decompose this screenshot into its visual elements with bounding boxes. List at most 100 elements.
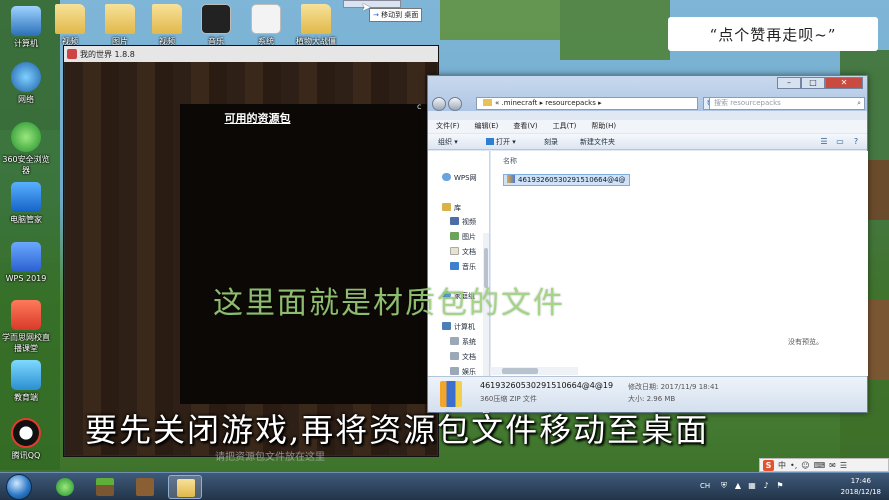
clock[interactable]: 17:46 2018/12/18 (841, 476, 881, 498)
taskbar-360-browser[interactable] (48, 475, 82, 499)
education-icon (11, 360, 41, 390)
file-item-zip[interactable]: 46193260530291510664@4@ (503, 174, 630, 186)
desktop-icon-music[interactable]: 音乐 (190, 4, 242, 47)
file-list[interactable]: 名称 46193260530291510664@4@ 没有预览。 (491, 151, 868, 376)
tray-network-icon[interactable]: ▦ (747, 481, 757, 491)
zip-archive-icon (507, 175, 515, 183)
address-bar[interactable]: « .minecraft ▸ resourcepacks ▸ (476, 97, 698, 110)
folder-icon (301, 4, 331, 34)
minecraft-window[interactable]: 我的世界 1.8.8 可用的资源包 c 请把资源包文件放在这里 (63, 45, 439, 463)
desktop-icon-pictures[interactable]: 图片 (94, 4, 146, 47)
scroll-thumb[interactable] (502, 368, 538, 374)
maximize-button[interactable]: □ (801, 77, 825, 89)
move-arrow-icon: → (373, 11, 379, 19)
nav-item-drive-system[interactable]: 系统 (450, 337, 476, 347)
new-folder-button[interactable]: 新建文件夹 (580, 134, 615, 150)
search-icon: ⌕ (857, 99, 861, 107)
nav-item-music[interactable]: 音乐 (450, 262, 476, 272)
menu-edit[interactable]: 编辑(E) (475, 120, 499, 133)
folder-icon (105, 4, 135, 34)
menu-file[interactable]: 文件(F) (436, 120, 460, 133)
ime-mail-icon[interactable]: ✉ (829, 461, 836, 470)
tray-up-arrow-icon[interactable]: ▲ (733, 481, 743, 491)
browser-icon (11, 122, 41, 152)
help-icon[interactable]: ? (851, 137, 861, 147)
column-header-name[interactable]: 名称 (503, 156, 517, 166)
view-controls: ☰ ▭ ? (819, 137, 861, 147)
sogou-ime-icon: S (763, 459, 774, 471)
desktop-icon-network[interactable]: 网络 (0, 62, 52, 105)
nav-item-documents[interactable]: 文档 (450, 247, 476, 257)
details-file-type: 360压缩 ZIP 文件 (480, 395, 537, 403)
ime-lang-toggle[interactable]: 中 (778, 460, 786, 471)
minimize-button[interactable]: – (777, 77, 801, 89)
taskbar-minecraft-launcher[interactable] (88, 475, 122, 499)
explorer-window[interactable]: – □ ✕ « .minecraft ▸ resourcepacks ▸ ↻ 搜… (427, 75, 868, 413)
resource-pack-list[interactable] (180, 104, 428, 404)
menu-tools[interactable]: 工具(T) (553, 120, 577, 133)
desktop-icon-wps[interactable]: WPS 2019 (0, 242, 52, 283)
organize-button[interactable]: 组织 ▾ (438, 134, 458, 150)
window-controls: – □ ✕ (777, 77, 863, 89)
network-globe-icon (11, 62, 41, 92)
zip-archive-icon (440, 381, 462, 407)
folder-icon (152, 4, 182, 34)
view-options-icon[interactable]: ☰ (819, 137, 829, 147)
navigation-pane[interactable]: WPS网 库 视频 图片 文档 音乐 家庭组 计算机 系统 文档 娱乐 (428, 151, 490, 413)
language-indicator[interactable]: CH (700, 482, 710, 490)
minecraft-titlebar[interactable]: 我的世界 1.8.8 (64, 46, 438, 62)
cloud-icon (442, 173, 451, 181)
burn-button[interactable]: 刻录 (544, 134, 558, 150)
music-icon (450, 262, 459, 270)
tray-volume-icon[interactable]: ♪ (761, 481, 771, 491)
nav-item-computer[interactable]: 计算机 (442, 322, 475, 332)
forward-button[interactable] (448, 97, 462, 111)
desktop-icon-xueersi[interactable]: 学而思网校直播课堂 (0, 300, 52, 354)
desktop-icon-video-2[interactable]: 视频 (141, 4, 193, 47)
ime-keyboard-icon[interactable]: ⌨ (814, 461, 826, 470)
document-icon (201, 4, 231, 34)
back-button[interactable] (432, 97, 446, 111)
horizontal-scrollbar[interactable] (490, 367, 578, 375)
explorer-titlebar[interactable]: – □ ✕ « .minecraft ▸ resourcepacks ▸ ↻ 搜… (428, 76, 867, 111)
minecraft-screen: 可用的资源包 c 请把资源包文件放在这里 (65, 62, 437, 463)
document-icon (450, 247, 459, 255)
desktop-icon-system[interactable]: 系统 (240, 4, 292, 47)
search-input[interactable]: 搜索 resourcepacks ⌕ (709, 97, 865, 110)
desktop-icon-pvz[interactable]: 植物大战僵 (290, 4, 342, 47)
nav-item-pictures[interactable]: 图片 (450, 232, 476, 242)
tray-flag-icon[interactable]: ⚑ (775, 481, 785, 491)
details-file-name: 46193260530291510664@4@19 (480, 381, 614, 390)
nav-item-drive-docs[interactable]: 文档 (450, 352, 476, 362)
desktop-icon-video[interactable]: 视频 (44, 4, 96, 47)
ime-punct-toggle[interactable]: •, (790, 461, 797, 470)
preview-pane-icon[interactable]: ▭ (835, 137, 845, 147)
clock-date: 2018/12/18 (840, 488, 881, 496)
start-button[interactable] (6, 474, 32, 500)
menu-view[interactable]: 查看(V) (513, 120, 537, 133)
drive-icon (450, 367, 459, 375)
ime-toolbar[interactable]: S 中 •, ☺ ⌨ ✉ ☰ (759, 458, 889, 472)
desktop-icon-pc-manager[interactable]: 电脑管家 (0, 182, 52, 225)
menu-bar: 文件(F) 编辑(E) 查看(V) 工具(T) 帮助(H) (428, 120, 867, 133)
menu-help[interactable]: 帮助(H) (591, 120, 616, 133)
taskbar-minecraft[interactable] (128, 475, 162, 499)
tray-shield-icon[interactable]: ⛨ (719, 481, 729, 491)
close-button[interactable]: ✕ (825, 77, 863, 89)
open-button[interactable]: 打开 ▾ (486, 134, 516, 150)
ime-menu-icon[interactable]: ☰ (840, 461, 847, 470)
desktop-icon-qq[interactable]: 腾讯QQ (0, 418, 52, 461)
java-app-icon (67, 49, 77, 59)
caption-line-1: 这里面就是材质包的文件 (213, 286, 565, 321)
desktop-icon-education[interactable]: 教育端 (0, 360, 52, 403)
nav-item-wps[interactable]: WPS网 (442, 173, 477, 183)
nav-item-library[interactable]: 库 (442, 203, 461, 213)
nav-item-video[interactable]: 视频 (450, 217, 476, 227)
taskbar-explorer[interactable] (168, 475, 202, 499)
details-size: 大小: 2.96 MB (628, 395, 676, 403)
library-icon (442, 203, 451, 211)
clock-time: 17:46 (850, 477, 871, 485)
drive-icon (450, 337, 459, 345)
ime-emoji-icon[interactable]: ☺ (801, 461, 809, 470)
desktop-icon-360-browser[interactable]: 360安全浏览器 (0, 122, 52, 176)
